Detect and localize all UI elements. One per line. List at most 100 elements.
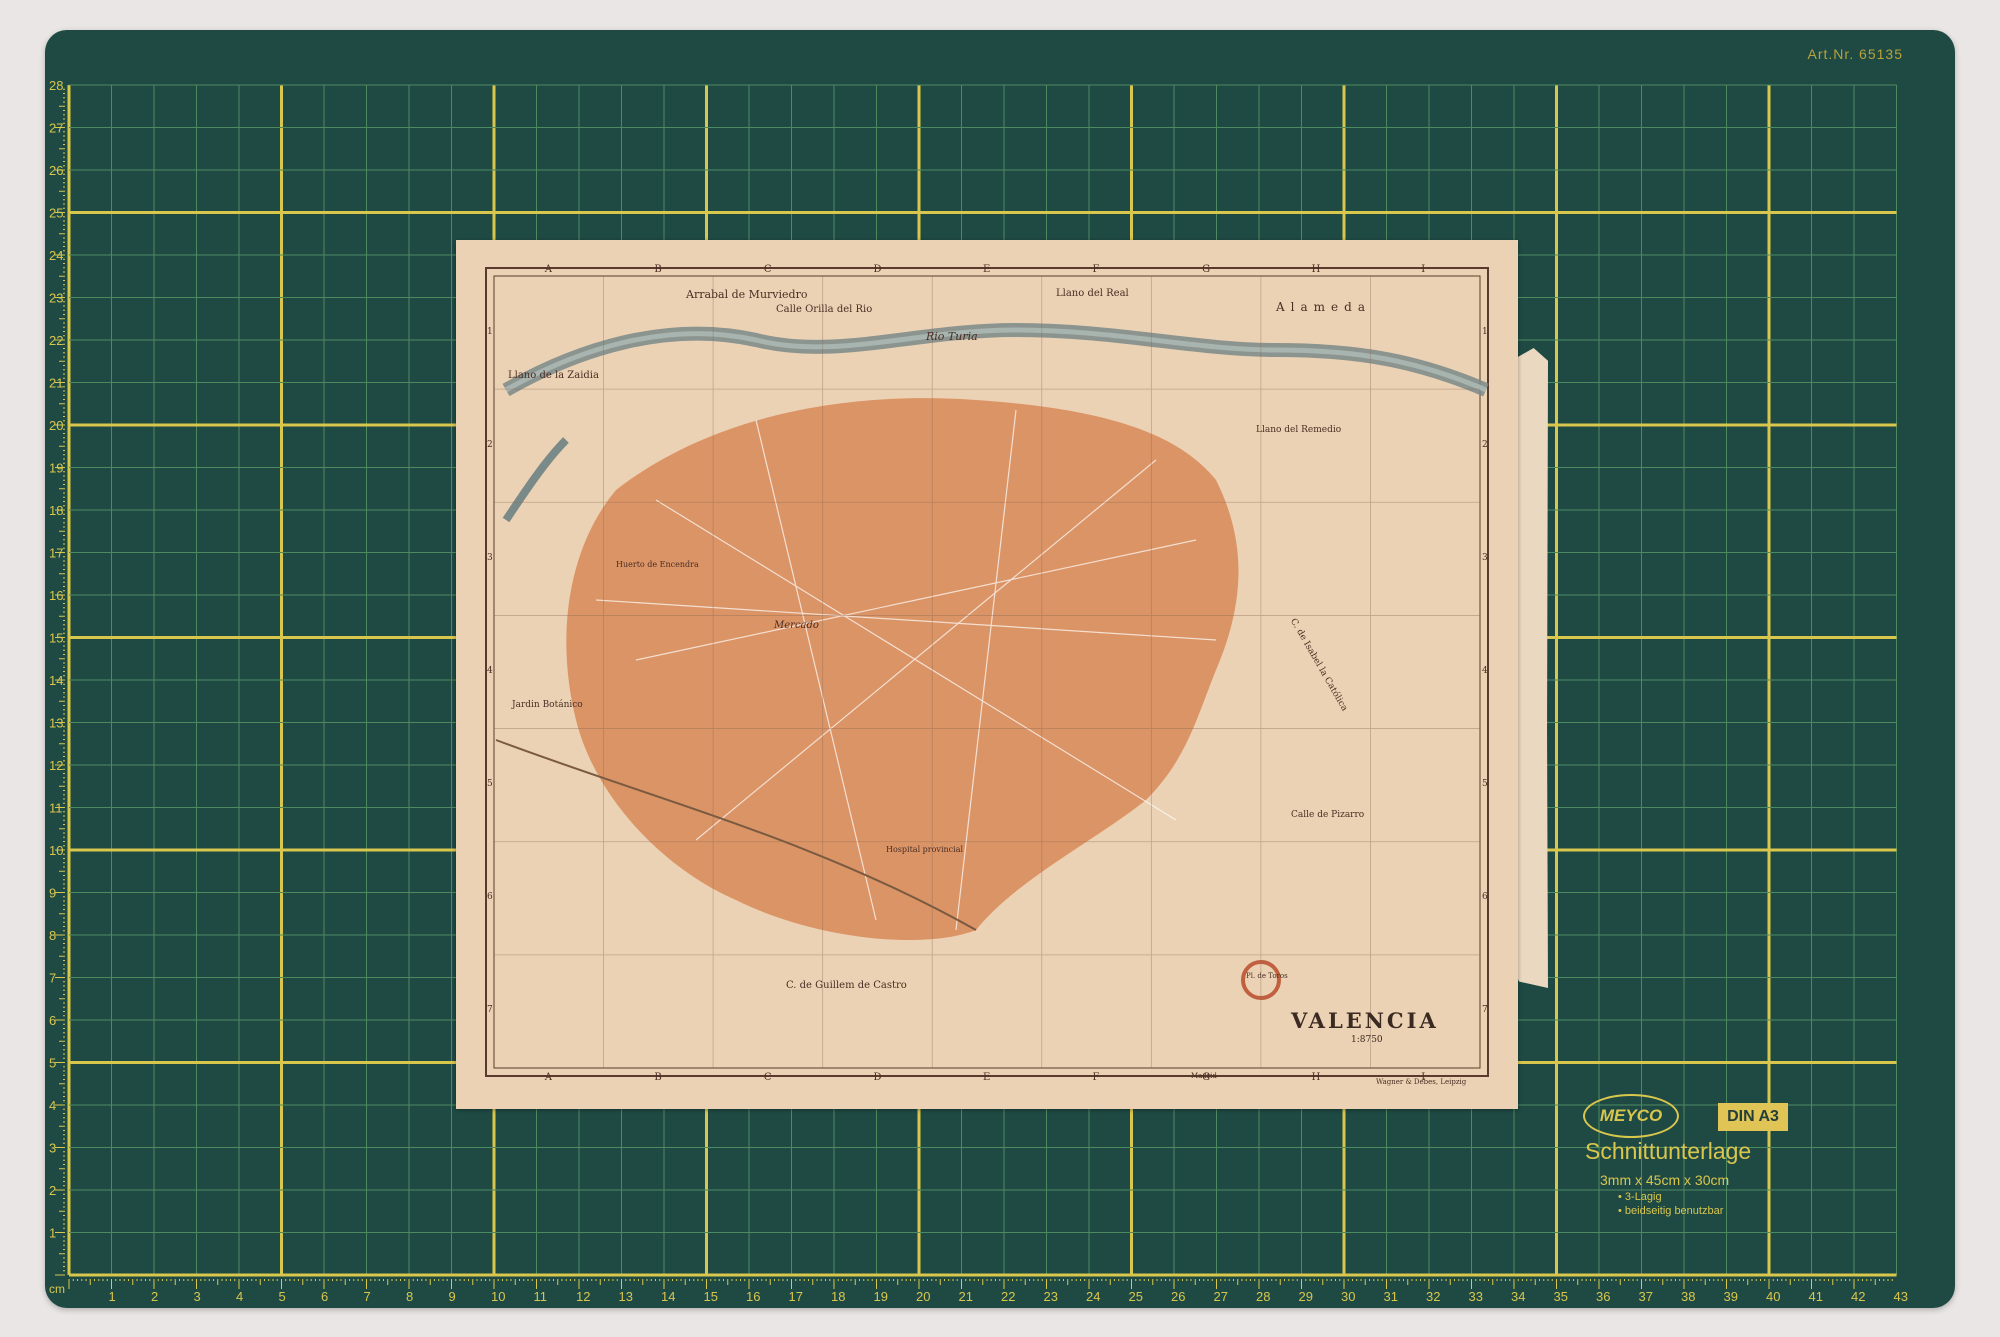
column-letter: G <box>1202 264 1211 275</box>
scale-number: 26 <box>1171 1289 1185 1304</box>
scale-number: 27 <box>49 121 63 136</box>
scale-number: 30 <box>1341 1289 1355 1304</box>
scale-number: 16 <box>746 1289 760 1304</box>
scale-number: 5 <box>49 1056 56 1071</box>
scale-number: 13 <box>49 716 63 731</box>
scale-number: 15 <box>704 1289 718 1304</box>
scale-number: 24 <box>49 248 63 263</box>
label-hospital: Hospital provincial <box>886 845 964 854</box>
scale-number: 25 <box>1129 1289 1143 1304</box>
scale-number: 37 <box>1639 1289 1653 1304</box>
scale-number: 22 <box>49 333 63 348</box>
scale-number: 28 <box>1256 1289 1270 1304</box>
scale-number: 10 <box>49 843 63 858</box>
scale-number: 14 <box>49 673 63 688</box>
scale-number: 35 <box>1554 1289 1568 1304</box>
scale-number: 8 <box>406 1289 413 1304</box>
scale-number: 19 <box>49 461 63 476</box>
column-letter: I <box>1421 1072 1426 1083</box>
scale-number: 17 <box>49 546 63 561</box>
map-title: VALENCIA <box>1291 1008 1439 1033</box>
map-drawing <box>485 267 1489 1077</box>
column-letter: I <box>1421 264 1426 275</box>
label-guillem: C. de Guillem de Castro <box>786 980 907 991</box>
row-number: 6 <box>487 892 493 903</box>
row-number: 6 <box>1482 892 1488 903</box>
column-letter: H <box>1311 1072 1321 1083</box>
label-calle-orilla: Calle Orilla del Rio <box>776 304 873 315</box>
scale-number: 9 <box>49 886 56 901</box>
scale-number: 6 <box>321 1289 328 1304</box>
column-letter: A <box>544 1072 552 1083</box>
scale-number: 38 <box>1681 1289 1695 1304</box>
label-llano-zaidia: Llano de la Zaidia <box>508 370 599 381</box>
scale-number: 7 <box>49 971 56 986</box>
scale-number: 12 <box>49 758 63 773</box>
scale-number: 15 <box>49 631 63 646</box>
label-huerto: Huerto de Encendra <box>616 560 699 569</box>
scale-number: 25 <box>49 206 63 221</box>
product-name: Schnittunterlage <box>1585 1138 1752 1164</box>
column-letter: A <box>544 264 552 275</box>
scale-number: 22 <box>1001 1289 1015 1304</box>
row-number: 7 <box>1482 1005 1488 1016</box>
feature-item: • beidseitig benutzbar <box>1618 1205 1724 1217</box>
label-toros: Pl. de Toros <box>1246 972 1288 980</box>
scale-number: 40 <box>1766 1289 1780 1304</box>
scale-number: 2 <box>49 1183 56 1198</box>
row-number: 1 <box>487 326 493 337</box>
scale-number: 12 <box>576 1289 590 1304</box>
scale-number: 5 <box>279 1289 286 1304</box>
row-number: 2 <box>487 439 493 450</box>
meyco-brand: MEYCO <box>1599 1106 1663 1125</box>
scale-number: 43 <box>1894 1289 1908 1304</box>
scale-number: 21 <box>959 1289 973 1304</box>
scale-number: 10 <box>491 1289 505 1304</box>
label-arrabal: Arrabal de Murviedro <box>686 288 808 301</box>
scale-number: 1 <box>109 1289 116 1304</box>
scale-number: 9 <box>449 1289 456 1304</box>
column-letter: D <box>873 264 882 275</box>
scale-number: 20 <box>49 418 63 433</box>
row-number: 3 <box>1482 552 1488 563</box>
scale-number: 3 <box>49 1141 56 1156</box>
scale-number: 21 <box>49 376 63 391</box>
column-letter: G <box>1202 1072 1211 1083</box>
row-number: 3 <box>487 552 493 563</box>
unit-label: cm <box>49 1282 65 1296</box>
scale-number: 6 <box>49 1013 56 1028</box>
valencia-map: VALENCIA 1:8750 Arrabal de Murviedro Cal… <box>456 240 1518 1109</box>
column-letter: D <box>873 1072 882 1083</box>
column-letter: F <box>1092 264 1100 275</box>
scale-number: 16 <box>49 588 63 603</box>
scale-number: 41 <box>1809 1289 1823 1304</box>
column-letter: E <box>983 264 991 275</box>
column-letter: E <box>983 1072 991 1083</box>
row-number: 2 <box>1482 439 1488 450</box>
scale-number: 11 <box>534 1289 548 1304</box>
scale-number: 11 <box>49 801 63 816</box>
label-mercado: Mercado <box>774 620 819 631</box>
column-letter: F <box>1092 1072 1100 1083</box>
product-dimensions: 3mm x 45cm x 30cm <box>1600 1172 1730 1188</box>
label-llano-real: Llano del Real <box>1056 288 1129 299</box>
scale-number: 28 <box>49 78 63 93</box>
scale-number: 34 <box>1511 1289 1525 1304</box>
scale-number: 27 <box>1214 1289 1228 1304</box>
scale-number: 23 <box>49 291 63 306</box>
column-letter: C <box>763 1072 772 1083</box>
row-number: 5 <box>1482 779 1488 790</box>
row-number: 4 <box>1482 666 1488 676</box>
scale-number: 33 <box>1469 1289 1483 1304</box>
scale-number: 18 <box>49 503 63 518</box>
column-letter: C <box>763 264 772 275</box>
scale-number: 14 <box>661 1289 675 1304</box>
row-number: 4 <box>487 666 493 676</box>
scale-number: 2 <box>151 1289 158 1304</box>
scale-number: 29 <box>1299 1289 1313 1304</box>
label-rio-turia: Rio Turia <box>926 330 978 343</box>
scale-number: 24 <box>1086 1289 1100 1304</box>
scale-number: 19 <box>874 1289 888 1304</box>
label-alameda: Alameda <box>1276 300 1371 314</box>
scale-number: 31 <box>1384 1289 1398 1304</box>
